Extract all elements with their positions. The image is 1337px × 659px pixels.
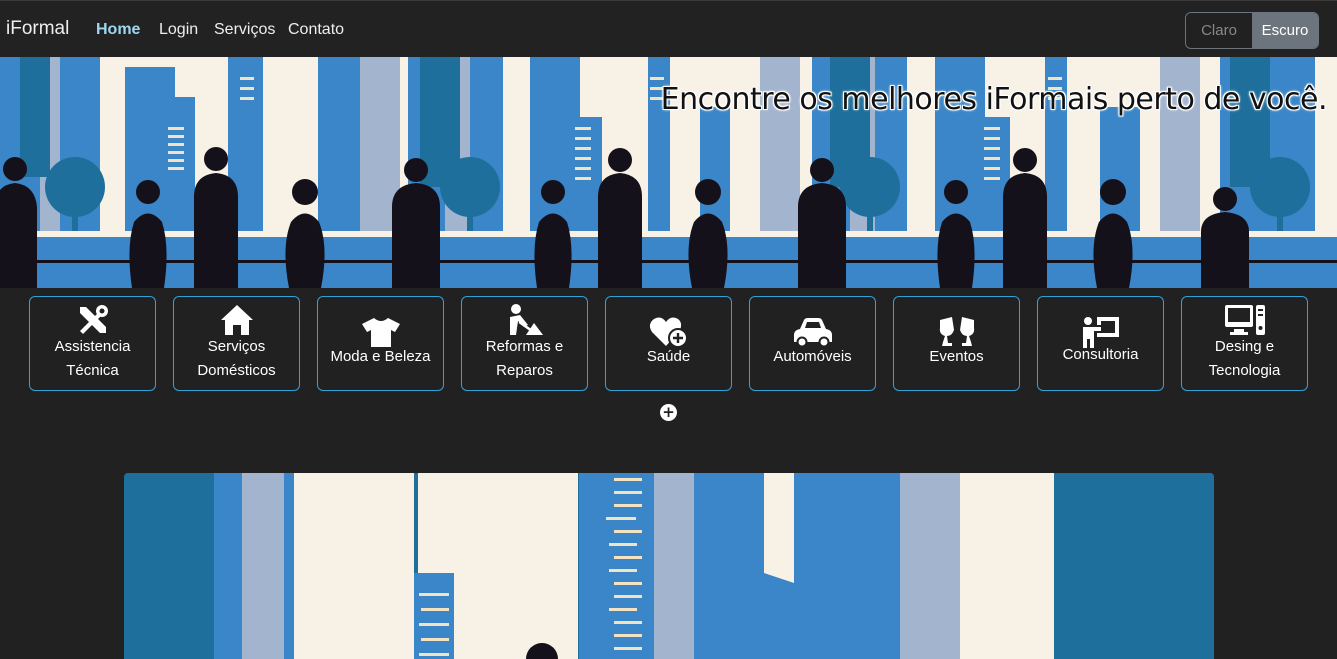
shirt-icon [361, 315, 401, 349]
theme-toggle: Claro Escuro [1185, 12, 1319, 49]
hero-title: Encontre os melhores iFormais perto de v… [660, 82, 1328, 117]
feature-image [124, 473, 1214, 659]
category-label: Reformas e Reparos [485, 338, 564, 379]
category-automoveis[interactable]: Automóveis [749, 296, 876, 391]
theme-dark-button[interactable]: Escuro [1252, 13, 1318, 48]
theme-light-button[interactable]: Claro [1186, 13, 1252, 48]
category-consultoria[interactable]: Consultoria [1037, 296, 1164, 391]
car-icon [792, 315, 834, 349]
computer-icon [1224, 303, 1266, 337]
category-servicos-domesticos[interactable]: Serviços Domésticos [173, 296, 300, 391]
category-saude[interactable]: Saúde [605, 296, 732, 391]
nav-link-servicos[interactable]: Serviços [214, 21, 275, 39]
house-icon [219, 303, 255, 337]
city-illustration [124, 473, 1214, 659]
brand-logo[interactable]: iFormal [6, 18, 69, 40]
nav-link-home[interactable]: Home [96, 21, 140, 39]
tools-icon [76, 303, 110, 337]
category-label: Saúde [646, 348, 691, 365]
champagne-glasses-icon [936, 315, 978, 349]
category-assistencia-tecnica[interactable]: Assistencia Técnica [29, 296, 156, 391]
category-label: Consultoria [1062, 346, 1139, 363]
category-moda-e-beleza[interactable]: Moda e Beleza [317, 296, 444, 391]
category-reformas-e-reparos[interactable]: Reformas e Reparos [461, 296, 588, 391]
category-label: Desing e Tecnologia [1208, 338, 1281, 379]
category-label: Automóveis [773, 348, 852, 365]
navbar: iFormal Home Login Serviços Contato Clar… [0, 0, 1337, 57]
category-label: Moda e Beleza [330, 348, 431, 365]
nav-link-login[interactable]: Login [159, 21, 198, 39]
category-label: Eventos [929, 348, 984, 365]
show-more-categories-button[interactable]: + [660, 404, 677, 421]
hero-banner: Encontre os melhores iFormais perto de v… [0, 57, 1337, 288]
nav-link-contato[interactable]: Contato [288, 21, 344, 39]
category-desing-e-tecnologia[interactable]: Desing e Tecnologia [1181, 296, 1308, 391]
category-label: Serviços Domésticos [197, 338, 276, 379]
heart-plus-icon [649, 315, 689, 349]
person-digging-icon [506, 303, 544, 337]
category-eventos[interactable]: Eventos [893, 296, 1020, 391]
category-label: Assistencia Técnica [54, 338, 131, 379]
